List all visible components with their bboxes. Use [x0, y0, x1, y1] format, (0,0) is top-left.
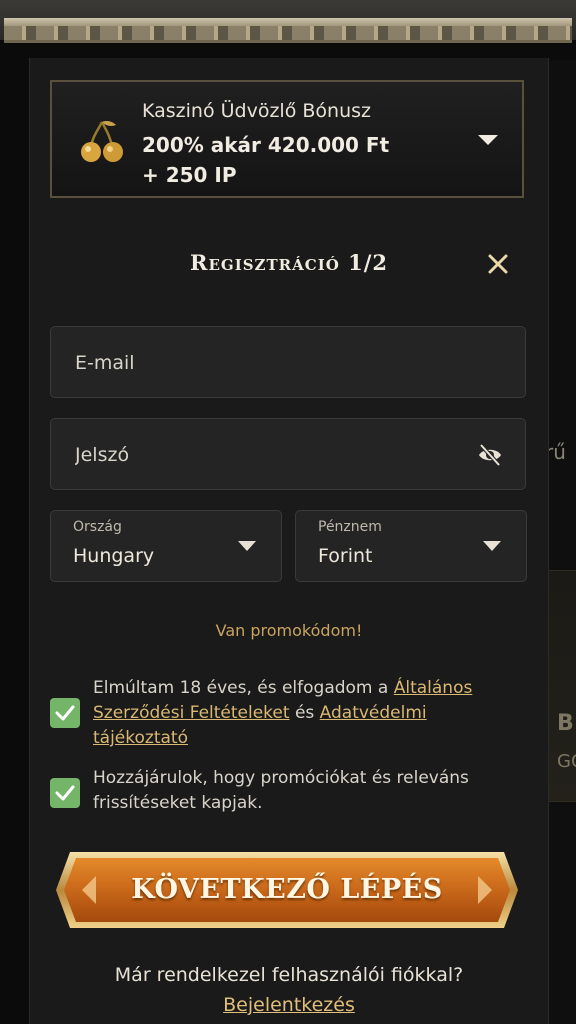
login-question: Már rendelkezel felhasználói fiókkal?: [114, 964, 464, 986]
bonus-selector[interactable]: Kaszinó Üdvözlő Bónusz 200% akár 420.000…: [50, 80, 524, 198]
marketing-checkbox[interactable]: [50, 778, 80, 808]
login-link[interactable]: Bejelentkezés: [30, 994, 548, 1016]
currency-value: Forint: [318, 545, 373, 567]
eye-off-icon[interactable]: [477, 443, 503, 467]
next-step-label: KÖVETKEZŐ LÉPÉS: [131, 874, 443, 905]
chevron-down-icon: [483, 541, 501, 551]
country-label: Ország: [73, 519, 122, 535]
email-field[interactable]: [50, 326, 526, 399]
frieze-columns: [4, 26, 572, 43]
password-input[interactable]: [73, 419, 457, 491]
bonus-amount-line: + 250 IP: [142, 163, 237, 187]
checkmark-icon: [55, 705, 75, 721]
currency-label: Pénznem: [318, 519, 382, 535]
chevron-down-icon[interactable]: [476, 128, 500, 152]
bonus-title: Kaszinó Üdvözlő Bónusz: [142, 100, 371, 122]
background-panel: [547, 60, 576, 1024]
marketing-consent-text: Hozzájárulok, hogy promóciókat és relevá…: [93, 768, 469, 813]
close-icon[interactable]: [486, 252, 510, 276]
country-value: Hungary: [73, 545, 155, 567]
terms-consent-text: Elmúltam 18 éves, és elfogadom a Általán…: [93, 676, 513, 751]
password-field[interactable]: [50, 418, 526, 491]
terms-mid: és: [289, 703, 320, 723]
background-game-card: B GO: [548, 570, 576, 802]
country-select[interactable]: Ország Hungary: [50, 510, 282, 582]
terms-prefix: Elmúltam 18 éves, és elfogadom a: [93, 678, 394, 698]
background-card-text: B: [557, 711, 574, 736]
marketing-consent-row: Hozzájárulok, hogy promóciókat és relevá…: [50, 766, 520, 818]
checkmark-icon: [55, 785, 75, 801]
chevron-down-icon: [238, 541, 256, 551]
promo-code-link[interactable]: Van promokódom!: [30, 621, 548, 640]
bonus-amount-line: 200% akár 420.000 Ft: [142, 133, 390, 157]
email-input[interactable]: [73, 327, 457, 399]
registration-modal: Kaszinó Üdvözlő Bónusz 200% akár 420.000…: [29, 58, 549, 1024]
currency-select[interactable]: Pénznem Forint: [295, 510, 527, 582]
bonus-amount: 200% akár 420.000 Ft + 250 IP: [142, 130, 442, 190]
page-title: Regisztráció 1/2: [190, 250, 388, 275]
decorative-frieze: [0, 0, 576, 43]
terms-checkbox[interactable]: [50, 698, 80, 728]
next-step-button[interactable]: KÖVETKEZŐ LÉPÉS: [52, 848, 522, 932]
cherry-icon: [81, 121, 123, 162]
terms-consent-row: Elmúltam 18 éves, és elfogadom a Általán…: [50, 676, 520, 752]
background-card-text: GO: [557, 751, 576, 772]
